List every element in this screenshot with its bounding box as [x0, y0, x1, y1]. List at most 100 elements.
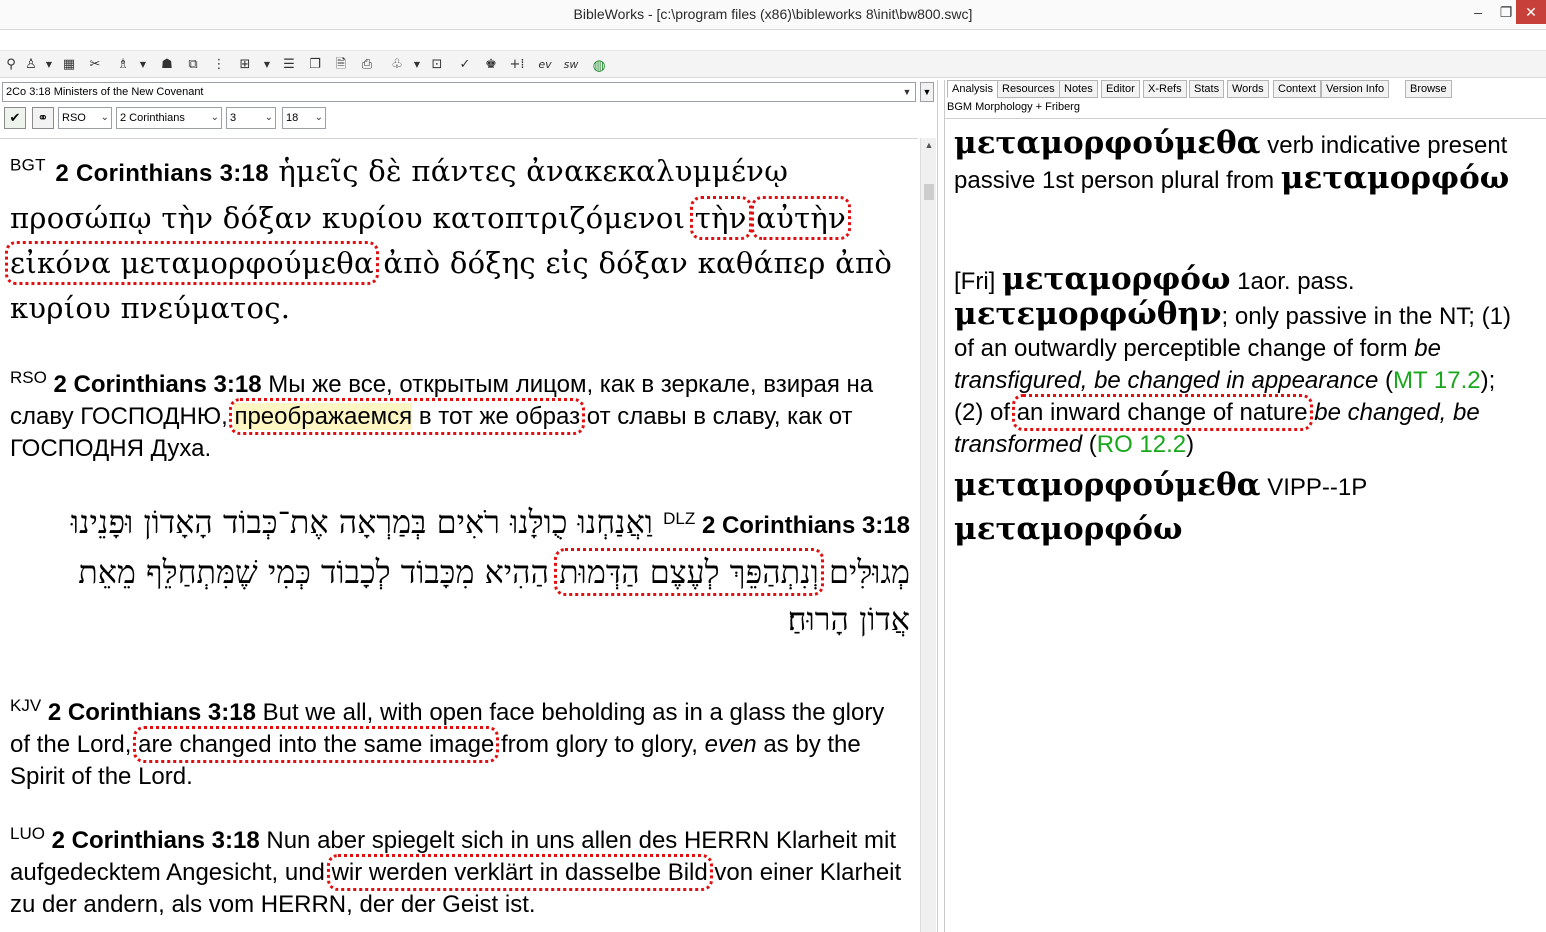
chevron-down-icon[interactable]: ▼ [899, 83, 915, 101]
tab-words[interactable]: Words [1227, 80, 1269, 98]
version-tag[interactable]: RSO [10, 368, 47, 387]
tab-analysis[interactable]: Analysis [947, 80, 998, 98]
check-icon[interactable]: ✓ [456, 56, 474, 74]
chevron-down-icon: ⌄ [100, 112, 109, 123]
highlighted-phrase[interactable]: an inward change of nature [1011, 394, 1313, 431]
verse-rso[interactable]: RSO 2 Corinthians 3:18 Мы же все, открыт… [10, 369, 910, 465]
link-icon[interactable]: ⚭ [32, 107, 54, 129]
dropdown-arrow-icon[interactable]: ▼ [134, 56, 152, 74]
highlighted-phrase[interactable]: wir werden verklärt in dasselbe Bild [326, 854, 713, 891]
tab-resources[interactable]: Resources [997, 80, 1060, 98]
version-tag[interactable]: DLZ [663, 509, 695, 528]
verse-dlz[interactable]: DLZ 2 Corinthians 3:18 וַאֲנַחְנוּ כֻולָ… [20, 499, 910, 643]
scripture-link[interactable]: MT 17.2 [1393, 367, 1481, 394]
highlighted-phrase[interactable]: are changed into the same image [133, 726, 500, 763]
verse-reference[interactable]: 2 Corinthians 3:18 [54, 371, 262, 398]
tab-version-info[interactable]: Version Info [1321, 80, 1390, 98]
verse-select-value: 18 [286, 112, 299, 124]
greek-word[interactable]: μεταμορφούμεθα [954, 467, 1261, 503]
chevron-down-icon: ⌄ [210, 112, 219, 123]
calendar-icon[interactable]: ▦ [60, 56, 78, 74]
dropdown-arrow-icon[interactable]: ▼ [408, 56, 426, 74]
dropdown-arrow-icon[interactable]: ▼ [258, 56, 276, 74]
morphology-entry: μεταμορφούμεθα verb indicative present p… [954, 127, 1529, 197]
doc-icon[interactable]: 🗎 [332, 56, 350, 74]
version-tag[interactable]: KJV [10, 696, 41, 715]
verse-bgt[interactable]: BGT 2 Corinthians 3:18 ἡμεῖς δὲ πάντες ἀ… [4, 149, 910, 331]
highlighted-phrase[interactable]: τὴν [689, 196, 752, 240]
tab-stats[interactable]: Stats [1189, 80, 1225, 98]
tab-editor[interactable]: Editor [1101, 80, 1140, 98]
tab-context[interactable]: Context [1273, 80, 1321, 98]
plus-icon[interactable]: +⁞ [508, 56, 526, 74]
morph-code: VIPP--1P [1260, 474, 1368, 501]
highlighted-phrase[interactable]: преображаемся в тот же образ [229, 398, 586, 435]
reference-combobox[interactable]: 2Co 3:18 Ministers of the New Covenant ▼ [2, 82, 916, 102]
verse-reference[interactable]: 2 Corinthians 3:18 [48, 699, 256, 726]
highlighted-phrase-rest[interactable]: в тот же образ [412, 403, 580, 430]
dropdown-arrow-icon[interactable]: ▼ [40, 56, 58, 74]
verse-reference[interactable]: 2 Corinthians 3:18 [55, 160, 268, 187]
greek-word[interactable]: μεταμορφούμεθα [954, 125, 1261, 161]
grid-icon[interactable]: ⊞ [236, 56, 254, 74]
highlighted-phrase[interactable]: וְנִתְהַפֵּךְ לְעֶצֶם הַדְּמוּת [554, 548, 824, 596]
print-icon[interactable]: ⎙ [358, 56, 376, 74]
tree-icon[interactable]: ♧ [388, 56, 406, 74]
chevron-down-icon[interactable]: ▼ [920, 82, 934, 102]
verse-luo[interactable]: LUO 2 Corinthians 3:18 Nun aber spiegelt… [10, 825, 910, 921]
close-button[interactable]: ✕ [1516, 0, 1546, 24]
stamp-icon[interactable]: ♚ [482, 56, 500, 74]
chevron-down-icon: ⌄ [314, 112, 323, 123]
aorist-form[interactable]: μετεμορφώθην [954, 296, 1222, 332]
analysis-window: Analysis Resources Notes Editor X-Refs S… [944, 80, 1546, 932]
verse-heading[interactable]: DLZ 2 Corinthians 3:18 [663, 509, 910, 539]
ev-button[interactable]: ev [536, 56, 554, 74]
verse-text[interactable]: from glory to glory, [494, 731, 704, 758]
minimize-button[interactable]: – [1464, 0, 1492, 24]
tab-xrefs[interactable]: X-Refs [1143, 80, 1187, 98]
check-icon[interactable]: ✔ [4, 107, 26, 129]
main-toolbar: ⚲ ♙ ▼ ▦ ✂ ♗ ▼ ☗ ⧉ ⋮ ⊞ ▼ ☰ ❐ 🗎 ⎙ ♧ ▼ ⊡ ✓ … [0, 50, 1546, 78]
scrollbar-thumb[interactable] [924, 184, 934, 200]
sw-button[interactable]: sw [562, 56, 580, 74]
analysis-source-label: BGM Morphology + Friberg [947, 101, 1080, 113]
lemma-word[interactable]: μεταμορφόω [1002, 261, 1230, 297]
tools-icon[interactable]: ✂ [86, 56, 104, 74]
version-tag[interactable]: LUO [10, 824, 45, 843]
user-icon[interactable]: ♙ [22, 56, 40, 74]
chapter-select[interactable]: 3 ⌄ [226, 107, 276, 129]
lemma-word[interactable]: μεταμορφόω [954, 511, 1182, 547]
version-select[interactable]: RSO ⌄ [58, 107, 112, 129]
book-select[interactable]: 2 Corinthians ⌄ [116, 107, 222, 129]
verse-reference[interactable]: 2 Corinthians 3:18 [52, 827, 260, 854]
list-icon[interactable]: ☰ [280, 56, 298, 74]
copy-icon[interactable]: ❐ [306, 56, 324, 74]
lemma-link[interactable]: μεταμορφόω [1281, 160, 1509, 196]
reference-text: 2Co 3:18 Ministers of the New Covenant [6, 86, 204, 98]
paren-open: ( [1082, 431, 1097, 458]
window-icon[interactable]: ⧉ [184, 56, 202, 74]
vertical-scrollbar[interactable]: ▲ [920, 138, 936, 932]
scripture-link[interactable]: RO 12.2 [1097, 431, 1186, 458]
verse-select[interactable]: 18 ⌄ [282, 107, 326, 129]
analysis-content: μεταμορφούμεθα verb indicative present p… [945, 118, 1546, 932]
verse-kjv[interactable]: KJV 2 Corinthians 3:18 But we all, with … [10, 697, 910, 793]
window-title: BibleWorks - [c:\program files (x86)\bib… [573, 6, 973, 22]
version-tag[interactable]: BGT [10, 155, 46, 174]
italic-word[interactable]: even [705, 731, 757, 758]
user-list-icon[interactable]: ♗ [114, 56, 132, 74]
selector-row: ✔ ⚭ RSO ⌄ 2 Corinthians ⌄ 3 ⌄ 18 ⌄ [4, 106, 934, 130]
tab-notes[interactable]: Notes [1059, 80, 1098, 98]
form-text: 1aor. pass. [1230, 268, 1355, 295]
tab-browse[interactable]: Browse [1405, 80, 1452, 98]
dots-icon[interactable]: ⋮ [210, 56, 228, 74]
scroll-up-arrow-icon[interactable]: ▲ [921, 140, 937, 150]
version-select-value: RSO [62, 112, 86, 124]
verse-text-space [747, 201, 757, 235]
highlight-icon[interactable]: ☗ [158, 56, 176, 74]
globe-icon[interactable]: ◍ [590, 56, 608, 74]
layout-icon[interactable]: ⊡ [428, 56, 446, 74]
selected-word[interactable]: преображаемся [234, 403, 413, 430]
search-icon[interactable]: ⚲ [2, 56, 20, 74]
verse-reference[interactable]: 2 Corinthians 3:18 [702, 512, 910, 539]
